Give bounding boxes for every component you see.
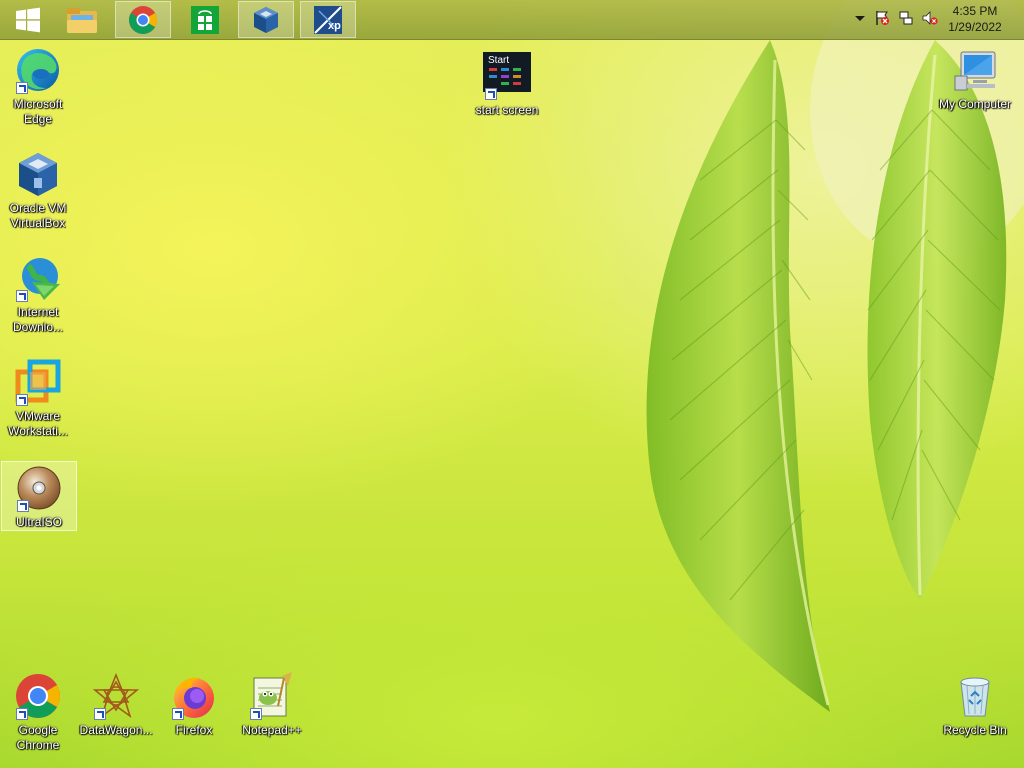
- desktop-icon-label: My Computer: [938, 97, 1012, 111]
- desktop-icon-label: UltraISO: [15, 515, 62, 529]
- desktop-icon-firefox[interactable]: Firefox: [156, 670, 232, 738]
- shortcut-arrow-icon: [485, 88, 497, 100]
- desktop-icon-internet-download-manager[interactable]: Internet Downlo...: [0, 252, 76, 335]
- shortcut-arrow-icon: [16, 708, 28, 720]
- volume-muted-icon[interactable]: [922, 10, 938, 26]
- folder-icon: [67, 7, 97, 33]
- desktop-icon-recycle-bin[interactable]: Recycle Bin: [937, 670, 1013, 738]
- store-icon: [191, 5, 219, 34]
- shortcut-arrow-icon: [16, 82, 28, 94]
- recycle-bin-icon: [960, 677, 990, 717]
- shortcut-arrow-icon: [17, 500, 29, 512]
- virtualbox-icon: [254, 6, 278, 33]
- desktop-icon-label: start screen: [475, 103, 539, 117]
- taskbar: xp 4:35 PM 1/29/2022: [0, 0, 1024, 40]
- start-button[interactable]: [0, 1, 56, 38]
- xp-mode-taskbar-button[interactable]: xp: [300, 1, 356, 38]
- desktop-icon-ultraiso[interactable]: UltraISO: [1, 461, 77, 531]
- virtualbox-taskbar-button[interactable]: [238, 1, 294, 38]
- windows-logo-icon: [16, 7, 40, 32]
- desktop-icon-google-chrome[interactable]: Google Chrome: [0, 670, 76, 753]
- shortcut-arrow-icon: [250, 708, 262, 720]
- desktop-icon-label: Notepad++: [242, 723, 302, 737]
- desktop-icon-label: Firefox: [175, 723, 213, 737]
- desktop-icon-notepadpp[interactable]: Notepad++: [234, 670, 310, 738]
- desktop-icon-start-screen[interactable]: Start start screen: [469, 50, 545, 118]
- desktop-icon-label: Oracle VM VirtualBox: [9, 201, 67, 230]
- chrome-taskbar-button[interactable]: [115, 1, 171, 38]
- show-hidden-icons-chevron-icon[interactable]: [852, 10, 868, 26]
- desktop-icon-my-computer[interactable]: My Computer: [936, 44, 1014, 112]
- desktop-icon-edge[interactable]: Microsoft Edge: [0, 44, 76, 127]
- computer-icon: [954, 51, 996, 91]
- shortcut-arrow-icon: [172, 708, 184, 720]
- clock-date: 1/29/2022: [948, 20, 1002, 34]
- file-explorer-taskbar-button[interactable]: [54, 1, 110, 38]
- desktop-icon-label: Internet Downlo...: [12, 305, 64, 334]
- desktop-icon-virtualbox[interactable]: Oracle VM VirtualBox: [0, 148, 76, 231]
- clock[interactable]: 4:35 PM 1/29/2022: [940, 3, 1010, 35]
- desktop-icon-label: Google Chrome: [16, 723, 60, 752]
- desktop-icon-label: VMware Workstati...: [8, 409, 68, 438]
- shortcut-arrow-icon: [94, 708, 106, 720]
- shortcut-arrow-icon: [16, 394, 28, 406]
- shortcut-arrow-icon: [16, 290, 28, 302]
- desktop-icon-label: DataWagon...: [79, 723, 153, 737]
- chrome-icon: [129, 5, 157, 34]
- store-taskbar-button[interactable]: [177, 1, 233, 38]
- start-screen-icon-text: Start: [488, 55, 509, 66]
- desktop-icon-label: Recycle Bin: [943, 723, 1007, 737]
- desktop-icon-vmware[interactable]: VMware Workstati...: [0, 356, 76, 439]
- action-center-flag-icon[interactable]: [874, 10, 890, 26]
- desktop-icon-label: Microsoft Edge: [13, 97, 63, 126]
- virtualbox-icon: [19, 153, 57, 196]
- network-icon[interactable]: [898, 10, 914, 26]
- desktop-icon-datawagon[interactable]: DataWagon...: [78, 670, 154, 738]
- clock-time: 4:35 PM: [952, 4, 998, 18]
- svg-text:xp: xp: [328, 20, 341, 32]
- xp-icon: xp: [314, 5, 342, 34]
